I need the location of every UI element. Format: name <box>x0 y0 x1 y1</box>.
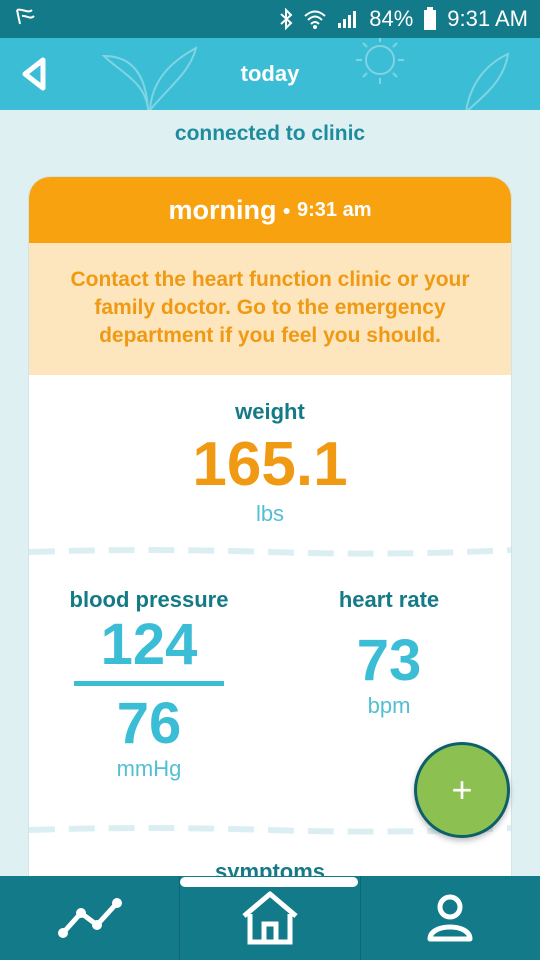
battery-percent: 84% <box>369 6 414 31</box>
bluetooth-icon <box>279 8 293 30</box>
heart-rate-unit: bpm <box>367 693 411 718</box>
nav-trends[interactable] <box>0 876 181 960</box>
alert-message: Contact the heart function clinic or you… <box>29 243 511 375</box>
blood-pressure: blood pressure 124 76 mmHg <box>49 587 249 782</box>
connection-status: connected to clinic <box>174 122 366 145</box>
weight-section: weight 165.1 lbs <box>29 375 511 545</box>
entry-time: 9:31 am <box>296 198 372 221</box>
heart-rate: heart rate 73 bpm <box>289 587 489 719</box>
user-profile-icon <box>427 894 473 942</box>
notification-icon <box>14 6 38 33</box>
systolic-value: 124 <box>100 612 198 677</box>
signal-icon <box>337 9 359 29</box>
heart-rate-label: heart rate <box>338 587 440 612</box>
app-header: today <box>0 38 540 110</box>
nav-home[interactable] <box>180 876 361 960</box>
home-icon <box>242 891 298 945</box>
nav-profile[interactable] <box>361 876 540 960</box>
bottom-nav <box>0 876 540 960</box>
weight-label: weight <box>235 399 305 424</box>
drawer-handle[interactable] <box>180 877 358 887</box>
blood-pressure-unit: mmHg <box>116 756 182 781</box>
separator-dot: ● <box>282 202 291 218</box>
blood-pressure-label: blood pressure <box>69 587 229 612</box>
weight-unit: lbs <box>255 501 285 526</box>
status-bar: 84% 9:31 AM <box>0 0 540 38</box>
page-title: today <box>240 61 300 86</box>
add-entry-button[interactable]: + <box>414 742 510 838</box>
clock: 9:31 AM <box>447 6 528 31</box>
period-label: morning <box>168 194 277 225</box>
wifi-icon <box>303 9 327 29</box>
heart-rate-value: 73 <box>356 628 422 693</box>
card-header: morning ● 9:31 am <box>29 177 511 243</box>
fraction-bar <box>74 681 224 686</box>
weight-value: 165.1 <box>192 430 348 499</box>
diastolic-value: 76 <box>116 691 182 756</box>
trend-chart-icon <box>57 898 122 938</box>
divider <box>29 547 511 557</box>
battery-icon <box>423 7 437 31</box>
